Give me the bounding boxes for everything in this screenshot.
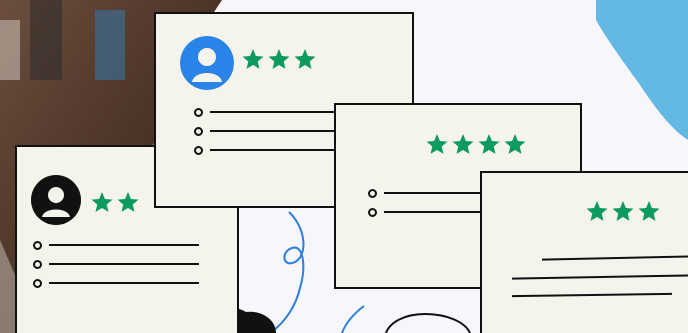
text-line — [541, 255, 688, 261]
bullet-icon — [194, 127, 203, 136]
star-icon — [268, 49, 290, 69]
text-line — [49, 263, 199, 265]
illustration-stage — [0, 0, 688, 333]
bullet-icon — [368, 189, 377, 198]
text-line — [511, 274, 688, 280]
star-icon — [478, 134, 500, 154]
bullet-icon — [33, 241, 42, 250]
star-icon — [638, 201, 660, 221]
star-icon — [612, 201, 634, 221]
bullet-icon — [194, 108, 203, 117]
star-icon — [117, 192, 139, 212]
star-icon — [504, 134, 526, 154]
avatar-figure — [42, 187, 70, 217]
text-line — [511, 292, 673, 298]
user-avatar-icon — [180, 36, 234, 90]
avatar-figure — [180, 36, 234, 90]
star-icon — [242, 49, 264, 69]
speech-bubble-shape — [385, 312, 471, 333]
bullet-icon — [368, 208, 377, 217]
bullet-icon — [194, 146, 203, 155]
bullet-icon — [33, 260, 42, 269]
user-avatar-icon — [31, 175, 81, 225]
star-icon — [426, 134, 448, 154]
text-line — [49, 282, 199, 284]
star-icon — [294, 49, 316, 69]
star-icon — [586, 201, 608, 221]
review-card-4 — [480, 171, 688, 333]
bullet-icon — [33, 279, 42, 288]
star-icon — [91, 192, 113, 212]
star-icon — [452, 134, 474, 154]
text-line — [49, 244, 199, 246]
